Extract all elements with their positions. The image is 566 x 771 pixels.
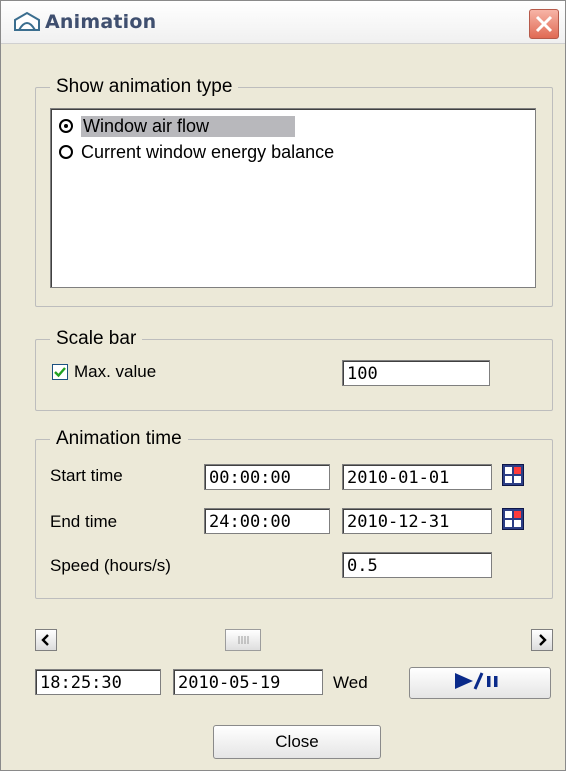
title-bar[interactable]: Animation [1, 1, 565, 44]
close-button[interactable]: Close [213, 725, 381, 759]
animation-type-legend: Show animation type [50, 76, 239, 98]
max-value-input[interactable]: 100 [342, 360, 490, 386]
scroll-right-button[interactable] [531, 629, 553, 651]
timeline-thumb[interactable] [225, 629, 261, 651]
scroll-left-button[interactable] [35, 629, 57, 651]
animation-dialog: Animation Show animation type Window air… [0, 0, 566, 771]
current-date-field[interactable]: 2010-05-19 [173, 669, 323, 695]
scale-bar-group: Scale bar Max. value 100 [35, 328, 553, 411]
max-value-checkbox[interactable] [52, 364, 68, 380]
animation-time-group: Animation time Start time 00:00:00 2010-… [35, 428, 553, 599]
radio-icon[interactable] [59, 145, 73, 159]
app-icon [13, 10, 41, 34]
weekday-label: Wed [333, 673, 368, 692]
chevron-right-icon [539, 634, 547, 646]
speed-input[interactable]: 0.5 [342, 552, 492, 578]
animation-type-group: Show animation type Window air flow Curr… [35, 76, 553, 307]
calendar-icon[interactable] [502, 464, 524, 486]
end-time-input[interactable]: 24:00:00 [204, 508, 330, 534]
calendar-icon[interactable] [502, 508, 524, 530]
close-icon[interactable] [529, 9, 559, 39]
start-time-input[interactable]: 00:00:00 [204, 464, 330, 490]
speed-label: Speed (hours/s) [50, 556, 171, 575]
check-icon [54, 367, 66, 378]
timeline-scrollbar[interactable] [35, 629, 553, 653]
radio-selected-icon[interactable] [59, 119, 73, 133]
option-window-air-flow[interactable]: Window air flow [59, 113, 296, 139]
play-pause-button[interactable] [409, 667, 551, 699]
animation-type-list[interactable]: Window air flow Current window energy ba… [50, 108, 536, 288]
current-time-field[interactable]: 18:25:30 [35, 669, 161, 695]
chevron-left-icon [41, 634, 49, 646]
max-value-label: Max. value [74, 362, 157, 381]
animation-time-legend: Animation time [50, 428, 188, 450]
play-pause-icon [455, 671, 498, 690]
end-date-input[interactable]: 2010-12-31 [342, 508, 492, 534]
window-title: Animation [45, 11, 157, 33]
option-label: Current window energy balance [81, 141, 335, 162]
scale-bar-legend: Scale bar [50, 328, 143, 350]
start-time-label: Start time [50, 466, 123, 485]
grip-icon [238, 636, 249, 644]
start-date-input[interactable]: 2010-01-01 [342, 464, 492, 490]
option-label: Window air flow [81, 115, 296, 137]
option-energy-balance[interactable]: Current window energy balance [59, 139, 334, 165]
end-time-label: End time [50, 512, 118, 531]
